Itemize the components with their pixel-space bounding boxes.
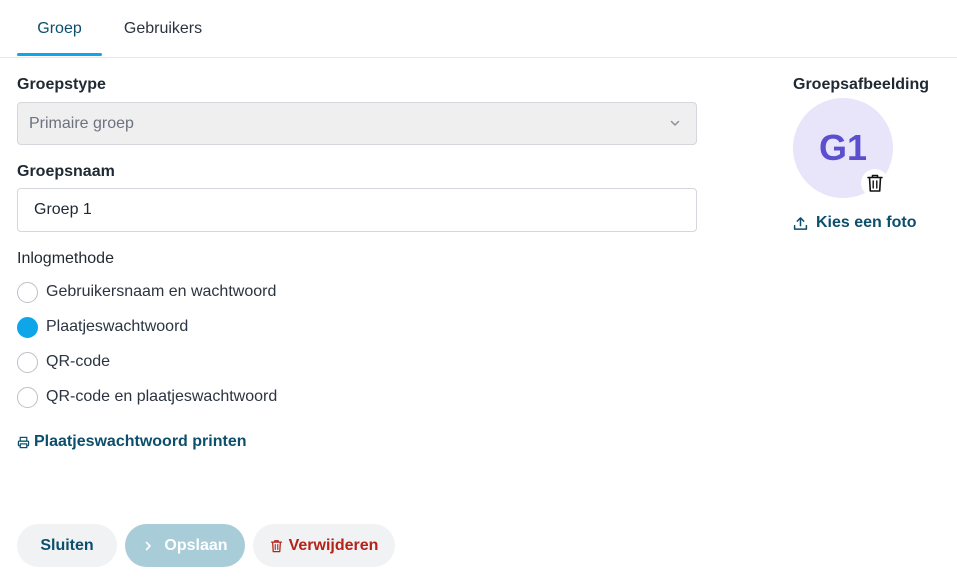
- group-name-label: Groepsnaam: [17, 163, 115, 180]
- choose-photo-link[interactable]: Kies een foto: [793, 214, 916, 232]
- radio-button-checked[interactable]: [17, 316, 38, 338]
- save-button-label: Opslaan: [164, 536, 228, 554]
- login-option-picture-password[interactable]: Plaatjeswachtwoord: [17, 316, 188, 338]
- print-icon: [17, 436, 30, 448]
- radio-button[interactable]: [17, 281, 38, 303]
- delete-button[interactable]: Verwijderen: [253, 524, 395, 567]
- save-button[interactable]: Opslaan: [125, 524, 245, 567]
- group-type-label: Groepstype: [17, 76, 106, 93]
- delete-button-label: Verwijderen: [288, 536, 379, 554]
- group-image-label: Groepsafbeelding: [793, 76, 930, 93]
- login-option-label: Plaatjeswachtwoord: [46, 318, 189, 335]
- login-option-label: Gebruikersnaam en wachtwoord: [46, 283, 277, 300]
- login-option-label: QR-code en plaatjeswachtwoord: [46, 388, 278, 405]
- print-picture-password-link[interactable]: Plaatjeswachtwoord printen: [17, 433, 246, 451]
- print-link-label: Plaatjeswachtwoord printen: [34, 433, 247, 450]
- close-button-label: Sluiten: [40, 536, 94, 554]
- trash-icon: [270, 539, 282, 552]
- group-name-input[interactable]: [17, 188, 697, 232]
- remove-image-button[interactable]: [861, 169, 889, 197]
- login-option-qr-code[interactable]: QR-code: [17, 351, 110, 373]
- login-option-qr-and-picture[interactable]: QR-code en plaatjeswachtwoord: [17, 386, 277, 408]
- tab-groep[interactable]: Groep: [17, 0, 102, 57]
- login-option-username-password[interactable]: Gebruikersnaam en wachtwoord: [17, 281, 276, 303]
- trash-icon: [867, 174, 883, 192]
- close-button[interactable]: Sluiten: [17, 524, 117, 567]
- login-option-label: QR-code: [46, 353, 111, 370]
- group-type-select[interactable]: Primaire groep: [17, 102, 697, 145]
- tab-bar: Groep Gebruikers: [0, 0, 957, 58]
- radio-button[interactable]: [17, 386, 38, 408]
- radio-button[interactable]: [17, 351, 38, 373]
- group-type-value: Primaire groep: [29, 114, 134, 132]
- chevron-down-icon: [670, 120, 680, 126]
- upload-icon: [793, 216, 808, 230]
- choose-photo-label: Kies een foto: [816, 214, 917, 231]
- login-method-label: Inlogmethode: [17, 250, 114, 267]
- active-tab-indicator: [17, 53, 102, 56]
- tab-gebruikers[interactable]: Gebruikers: [112, 0, 214, 57]
- chevron-right-icon: [146, 541, 152, 550]
